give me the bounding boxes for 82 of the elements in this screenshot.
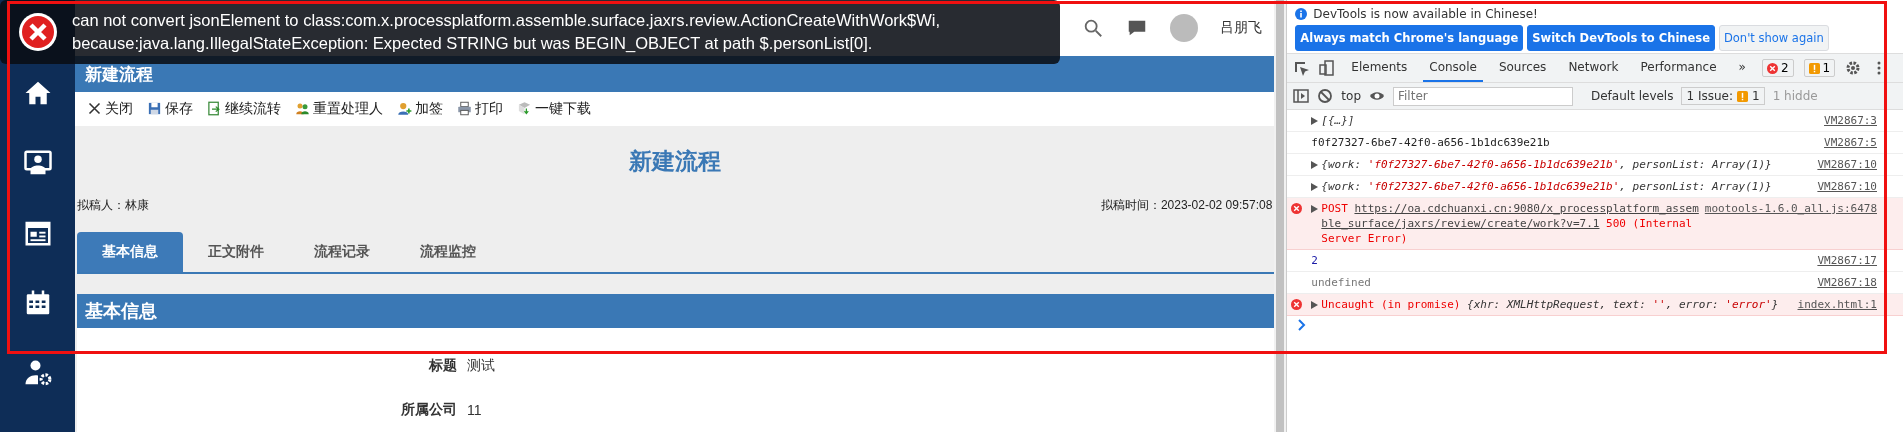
forward-icon xyxy=(207,101,222,117)
source-link[interactable]: VM2867:18 xyxy=(1817,275,1877,290)
people-icon xyxy=(295,101,310,117)
document-title: 新建流程 xyxy=(627,146,722,176)
field-label: 标题 xyxy=(428,357,457,375)
source-link[interactable]: mootools-1.6.0_all.js:6478 xyxy=(1704,201,1877,246)
device-icon[interactable] xyxy=(1319,60,1336,76)
source-link[interactable]: index.html:1 xyxy=(1797,297,1877,312)
console-message: undefined xyxy=(1311,275,1371,290)
context-selector[interactable]: top xyxy=(1341,89,1361,103)
console-message: f0f27327-6be7-42f0-a656-1b1dc639e21b xyxy=(1311,135,1550,150)
close-icon xyxy=(87,101,102,117)
settings-icon[interactable] xyxy=(1845,60,1862,76)
expand-arrow-icon[interactable] xyxy=(1311,183,1319,191)
console-message: [{…}] xyxy=(1321,113,1355,128)
error-count-badge[interactable]: 2 xyxy=(1761,59,1794,77)
field-value: 测试 xyxy=(467,357,495,375)
devtools-tab[interactable]: Network xyxy=(1562,54,1625,82)
hidden-count: 1 hidde xyxy=(1772,89,1818,103)
source-link[interactable]: VM2867:17 xyxy=(1817,253,1877,268)
source-link[interactable]: VM2867:3 xyxy=(1824,113,1877,128)
console-message: 2 xyxy=(1311,253,1318,268)
console-message: {work: 'f0f27327-6be7-42f0-a656-1b1dc639e21b', personList: Array(1)} xyxy=(1321,179,1772,194)
error-icon xyxy=(1291,203,1303,214)
issues-count: 1 xyxy=(1752,89,1760,103)
warning-icon xyxy=(1737,90,1748,102)
clear-icon[interactable] xyxy=(1317,88,1334,104)
drafter-label: 拟稿人：林康 xyxy=(76,196,150,214)
banner-button[interactable]: Switch DevTools to Chinese xyxy=(1527,25,1715,51)
expand-arrow-icon[interactable] xyxy=(1311,301,1319,309)
banner-button[interactable]: Don't show again xyxy=(1718,25,1829,51)
toolbar-button[interactable]: 关闭 xyxy=(87,99,133,118)
tab[interactable]: 基本信息 xyxy=(77,231,183,272)
source-link[interactable]: VM2867:10 xyxy=(1817,179,1877,194)
filter-field[interactable]: Filter xyxy=(1393,86,1573,106)
toolbar-button[interactable]: 重置处理人 xyxy=(295,99,383,118)
warning-icon xyxy=(1808,62,1820,74)
download-icon xyxy=(517,101,532,117)
source-link[interactable]: VM2867:5 xyxy=(1824,135,1877,150)
toolbar-button[interactable]: 保存 xyxy=(147,99,193,118)
source-link[interactable]: VM2867:10 xyxy=(1817,157,1877,172)
section-header: 基本信息 xyxy=(77,293,1275,328)
error-count: 2 xyxy=(1780,61,1789,75)
user-name[interactable]: 吕朋飞 xyxy=(1220,19,1263,38)
expand-arrow-icon[interactable] xyxy=(1311,161,1319,169)
expand-arrow-icon[interactable] xyxy=(1311,205,1319,213)
expand-arrow-icon[interactable] xyxy=(1311,117,1319,125)
error-icon xyxy=(1766,62,1778,74)
warning-count-badge[interactable]: 1 xyxy=(1803,59,1836,77)
tab[interactable]: 流程监控 xyxy=(395,231,501,272)
sidebar-toggle-icon[interactable] xyxy=(1293,88,1310,104)
field-label: 所属公司 xyxy=(400,401,457,419)
console-message: POST https://oa.cdchuanxi.cn:9080/x_processplatform_assemble_surface/jaxrs/review/create/work?v=7.1 500 (Internal Server Error) xyxy=(1321,201,1699,246)
warning-count: 1 xyxy=(1822,61,1831,75)
issues-label: 1 Issue: xyxy=(1686,89,1733,103)
toolbar-button[interactable]: 打印 xyxy=(457,99,503,118)
banner-message: DevTools is now available in Chinese! xyxy=(1313,7,1538,21)
toolbar-button[interactable]: 继续流转 xyxy=(207,99,281,118)
console-message: {work: 'f0f27327-6be7-42f0-a656-1b1dc639e21b', personList: Array(1)} xyxy=(1321,157,1772,172)
search-icon[interactable] xyxy=(1082,17,1105,40)
issues-button[interactable]: 1 Issue: 1 xyxy=(1681,87,1765,105)
info-icon xyxy=(1295,8,1308,20)
field-value: 11 xyxy=(467,402,482,418)
devtools-tab[interactable]: Sources xyxy=(1492,54,1553,82)
inspect-icon[interactable] xyxy=(1293,60,1310,76)
log-levels-dropdown[interactable]: Default levels xyxy=(1591,89,1674,103)
banner-button[interactable]: Always match Chrome's language xyxy=(1295,25,1524,51)
add-person-icon xyxy=(397,101,412,117)
tab[interactable]: 正文附件 xyxy=(183,231,289,272)
devtools-tab[interactable]: Elements xyxy=(1345,54,1414,82)
print-icon xyxy=(457,101,472,117)
console-message: Uncaught (in promise) {xhr: XMLHttpRequest, text: '', error: 'error'} xyxy=(1321,297,1779,312)
error-icon xyxy=(18,12,58,52)
more-tabs-button[interactable]: » xyxy=(1732,54,1752,82)
draft-time-label: 拟稿时间：2023-02-02 09:57:08 xyxy=(1099,196,1274,214)
toolbar-button[interactable]: 加签 xyxy=(397,99,443,118)
error-icon xyxy=(1291,299,1303,310)
error-message: can not convert jsonElement to class:com.x.processplatform.assemble.surface.jaxrs.review.ActionCreateWithWork$Wi, because:java.lang.IllegalStateException: Expected STRING but was BEGIN_OBJECT at path $.personList[0]. xyxy=(72,10,941,54)
devtools-tab[interactable]: Performance xyxy=(1634,54,1723,82)
tab[interactable]: 流程记录 xyxy=(289,231,395,272)
toolbar-button[interactable]: 一键下载 xyxy=(517,99,591,118)
save-icon xyxy=(147,101,162,117)
